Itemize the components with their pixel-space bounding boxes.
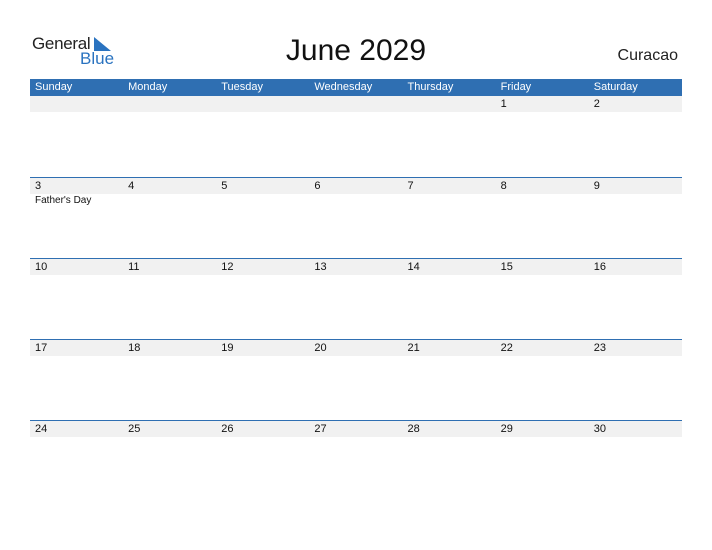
day-number: 21: [407, 342, 420, 354]
weekday-friday: Friday: [500, 81, 532, 93]
day-number: 3: [35, 180, 42, 192]
day-number: 13: [314, 261, 327, 273]
day-event: [589, 275, 682, 276]
day-number: [123, 96, 216, 112]
day-number: 23: [593, 342, 606, 354]
day-event: [123, 194, 216, 206]
day-number: 4: [128, 180, 135, 192]
country-label: Curacao: [617, 47, 678, 64]
day-number: 12: [221, 261, 234, 273]
weekday-header: Sunday Monday Tuesday Wednesday Thursday…: [30, 79, 682, 96]
day-event: [589, 437, 682, 438]
day-number: 8: [500, 180, 507, 192]
weekday-tuesday: Tuesday: [221, 81, 264, 93]
day-number: 24: [35, 423, 48, 435]
day-number: 22: [500, 342, 513, 354]
day-number: 26: [221, 423, 234, 435]
week-row: 12: [30, 96, 682, 177]
day-number: 2: [593, 98, 600, 110]
day-number-band: 12: [30, 96, 682, 112]
day-event: [216, 112, 309, 113]
day-event: [123, 356, 216, 357]
day-number: 27: [314, 423, 327, 435]
day-event: [309, 194, 402, 206]
day-event: [496, 356, 589, 357]
day-event: [309, 437, 402, 438]
day-event: [30, 112, 123, 113]
weekday-wednesday: Wednesday: [314, 81, 373, 93]
day-event: [216, 356, 309, 357]
day-event: [496, 112, 589, 113]
day-event: [403, 356, 496, 357]
day-event: [589, 112, 682, 113]
calendar-grid: Sunday Monday Tuesday Wednesday Thursday…: [30, 79, 682, 501]
event-band: Father's Day: [30, 194, 682, 206]
weekday-sunday: Sunday: [35, 81, 73, 93]
day-event: [403, 194, 496, 206]
day-number: 30: [593, 423, 606, 435]
day-number: 14: [407, 261, 420, 273]
day-event: [30, 356, 123, 357]
day-number: [216, 96, 309, 112]
day-number: 5: [221, 180, 228, 192]
day-event: [403, 437, 496, 438]
day-number: 25: [128, 423, 141, 435]
day-event: [403, 275, 496, 276]
day-event: [309, 356, 402, 357]
day-event: [123, 112, 216, 113]
day-number: 1: [500, 98, 507, 110]
day-number: [403, 96, 496, 112]
day-event: [496, 437, 589, 438]
day-number-band: 3 4 5 6 7 8 9: [30, 178, 682, 194]
weekday-thursday: Thursday: [407, 81, 454, 93]
day-number-band: 10 11 12 13 14 15 16: [30, 259, 682, 275]
event-band: [30, 112, 682, 113]
day-event: [123, 437, 216, 438]
day-event: [216, 194, 309, 206]
day-number: 19: [221, 342, 234, 354]
day-event: Father's Day: [35, 195, 92, 206]
day-number: 15: [500, 261, 513, 273]
day-event: [216, 275, 309, 276]
day-number-band: 24 25 26 27 28 29 30: [30, 421, 682, 437]
day-number: 6: [314, 180, 321, 192]
day-event: [30, 275, 123, 276]
day-event: [30, 437, 123, 438]
day-event: [589, 356, 682, 357]
day-number: 16: [593, 261, 606, 273]
weeks-container: 1 2 3 4 5 6 7 8 9 Father's Day 10 11 12 13 14 15 16 17 18 1…: [30, 96, 682, 501]
day-number: [30, 96, 123, 112]
week-row: 3 4 5 6 7 8 9 Father's Day: [30, 177, 682, 258]
weekday-monday: Monday: [128, 81, 168, 93]
day-event: [123, 275, 216, 276]
day-number: 11: [128, 261, 140, 273]
day-number-band: 17 18 19 20 21 22 23: [30, 340, 682, 356]
day-number: 7: [407, 180, 414, 192]
day-number: 18: [128, 342, 141, 354]
event-band: [30, 356, 682, 357]
day-event: [216, 437, 309, 438]
day-number: 29: [500, 423, 513, 435]
event-band: [30, 275, 682, 276]
day-event: [309, 112, 402, 113]
calendar-title: June 2029: [285, 34, 427, 67]
day-event: [496, 194, 589, 206]
day-event: [589, 194, 682, 206]
day-number: [309, 96, 402, 112]
day-number: 20: [314, 342, 327, 354]
day-event: [496, 275, 589, 276]
week-row: 10 11 12 13 14 15 16: [30, 258, 682, 339]
day-number: 17: [35, 342, 48, 354]
day-event: [309, 275, 402, 276]
event-band: [30, 437, 682, 438]
day-event: [403, 112, 496, 113]
day-number: 9: [593, 180, 600, 192]
week-row: 17 18 19 20 21 22 23: [30, 339, 682, 420]
day-number: 28: [407, 423, 420, 435]
day-number: 10: [35, 261, 48, 273]
weekday-saturday: Saturday: [593, 81, 638, 93]
week-row: 24 25 26 27 28 29 30: [30, 420, 682, 501]
